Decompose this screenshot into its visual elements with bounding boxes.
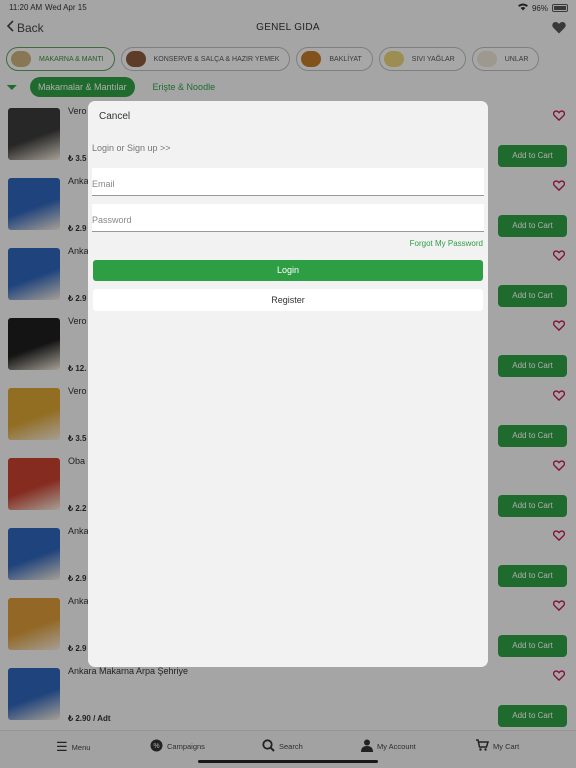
login-signup-hint[interactable]: Login or Sign up >>: [92, 143, 171, 153]
cancel-button[interactable]: Cancel: [99, 111, 130, 122]
login-modal: Cancel Login or Sign up >> Forgot My Pas…: [88, 101, 488, 667]
login-button[interactable]: Login: [93, 260, 483, 281]
password-field-wrapper: [92, 204, 484, 232]
register-button[interactable]: Register: [93, 289, 483, 311]
email-field[interactable]: [92, 168, 484, 195]
password-field[interactable]: [92, 204, 484, 231]
forgot-password-link[interactable]: Forgot My Password: [410, 239, 483, 248]
email-field-wrapper: [92, 168, 484, 196]
